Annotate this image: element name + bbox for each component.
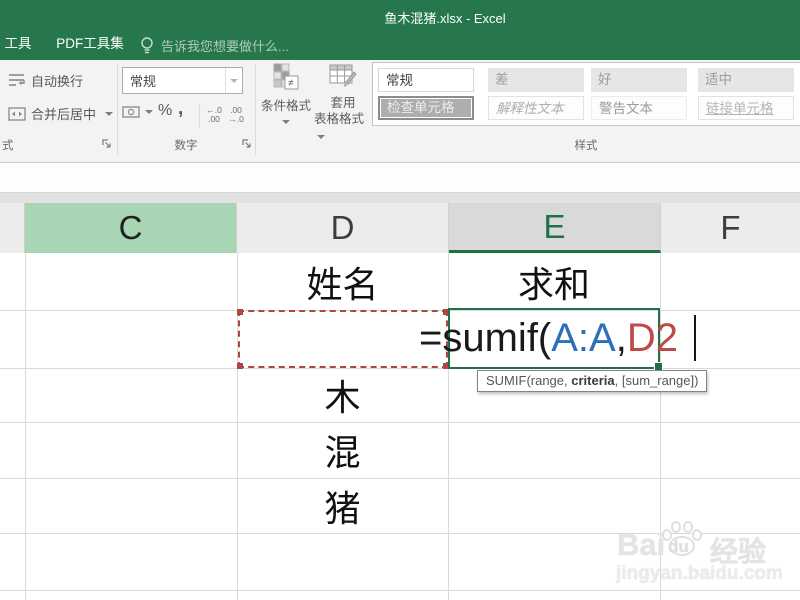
- conditional-formatting-dropdown-arrow[interactable]: [282, 120, 290, 124]
- style-chip-check-cell[interactable]: 检查单元格: [378, 96, 474, 120]
- formula-part-function: =sumif(: [419, 316, 552, 360]
- function-argument-tooltip: SUMIF(range, criteria, [sum_range]): [477, 370, 708, 392]
- tell-me-placeholder: 告诉我您想要做什么...: [161, 38, 289, 54]
- text-cursor: [694, 315, 696, 361]
- conditional-formatting-icon: ≠: [273, 63, 299, 90]
- tell-me-box[interactable]: 告诉我您想要做什么...: [140, 34, 289, 56]
- title-bar: 鱼木混猪.xlsx - Excel 工具 PDF工具集 告诉我您想要做什么...: [0, 0, 800, 60]
- baidu-watermark-url: jingyan.baidu.com: [616, 563, 783, 584]
- accounting-format-dropdown-arrow[interactable]: [145, 110, 153, 114]
- currency-icon: [122, 106, 140, 118]
- number-format-dropdown-arrow[interactable]: [225, 68, 242, 93]
- style-chip-linked-cell[interactable]: 链接单元格: [698, 96, 794, 120]
- formula-in-cell-editor[interactable]: =sumif(A:A,D2: [419, 310, 678, 366]
- formula-bar[interactable]: [0, 163, 800, 193]
- conditional-formatting-button[interactable]: ≠ 条件格式: [258, 63, 314, 124]
- format-as-table-dropdown-arrow[interactable]: [317, 135, 325, 139]
- excel-window: 鱼木混猪.xlsx - Excel 工具 PDF工具集 告诉我您想要做什么...: [0, 0, 800, 600]
- worksheet-grid[interactable]: Bai du 经验 jingyan.baidu.com 姓名 求和 木 混 猪: [0, 253, 800, 600]
- cell-e1[interactable]: 求和: [448, 254, 660, 310]
- baidu-watermark-logo: Bai: [617, 527, 666, 562]
- cell-d1[interactable]: 姓名: [237, 254, 448, 310]
- number-group-label: 数字: [174, 140, 198, 152]
- format-as-table-icon: [329, 64, 357, 87]
- merge-center-dropdown-arrow[interactable]: [105, 111, 114, 116]
- style-chip-warning-text[interactable]: 警告文本: [591, 96, 687, 120]
- style-chip-neutral[interactable]: 适中: [698, 68, 794, 92]
- ribbon: 自动换行 合并后居中 式 常规 % , ←.0 .00 .00 →.0 数字 ≠…: [0, 60, 800, 163]
- comma-style-button[interactable]: ,: [178, 98, 183, 120]
- formula-part-range: A:A: [551, 316, 616, 360]
- style-chip-normal[interactable]: 常规: [378, 68, 474, 92]
- column-header-c[interactable]: C: [25, 203, 237, 253]
- merge-center-icon: [8, 106, 26, 121]
- style-chip-explanatory-text[interactable]: 解释性文本: [488, 96, 584, 120]
- formula-part-criteria: D2: [626, 316, 678, 360]
- cell-d4[interactable]: 混: [237, 422, 448, 478]
- column-header-d[interactable]: D: [237, 203, 449, 253]
- style-chip-bad[interactable]: 差: [488, 68, 584, 92]
- styles-group-label: 样式: [574, 140, 598, 152]
- column-header-f[interactable]: F: [661, 203, 800, 253]
- ants-corner: [237, 363, 243, 369]
- alignment-group-label: 式: [2, 140, 14, 152]
- number-dialog-launcher-icon[interactable]: [241, 138, 252, 149]
- percent-style-button[interactable]: %: [158, 102, 172, 120]
- column-header-b-sliver[interactable]: [0, 203, 25, 253]
- merge-center-button[interactable]: 合并后居中: [8, 104, 114, 123]
- gridline: [0, 590, 800, 591]
- style-chip-good[interactable]: 好: [591, 68, 687, 92]
- column-header-e[interactable]: E: [449, 203, 661, 253]
- mini-divider: [199, 104, 200, 128]
- ribbon-tab-pdf-tools[interactable]: PDF工具集: [50, 32, 130, 58]
- number-format-dropdown[interactable]: 常规: [122, 67, 243, 94]
- window-title: 鱼木混猪.xlsx - Excel: [384, 11, 506, 26]
- number-format-value: 常规: [130, 74, 157, 89]
- lightbulb-icon: [141, 36, 153, 53]
- cell-d5[interactable]: 猪: [237, 478, 448, 533]
- alignment-dialog-launcher-icon[interactable]: [101, 138, 112, 149]
- cell-d3[interactable]: 木: [237, 368, 448, 422]
- svg-text:≠: ≠: [288, 78, 294, 89]
- ribbon-tab-tools-partial[interactable]: 工具: [0, 32, 36, 58]
- baidu-watermark-du: du: [668, 537, 689, 556]
- formula-part-comma: ,: [615, 316, 627, 360]
- column-header-row: C D E F: [0, 193, 800, 253]
- increase-decimal-button[interactable]: ←.0 .00: [204, 106, 224, 124]
- gridline: [25, 253, 26, 600]
- ants-corner: [237, 309, 243, 315]
- accounting-format-button[interactable]: [122, 105, 153, 119]
- referenced-cell-d2-marching-ants: [237, 309, 449, 369]
- format-as-table-button[interactable]: 套用 表格格式: [314, 63, 372, 143]
- cell-styles-gallery: 常规 差 好 适中 检查单元格 解释性文本 警告文本 链接单元格: [372, 62, 800, 126]
- decrease-decimal-button[interactable]: .00 →.0: [226, 106, 246, 124]
- group-divider: [255, 64, 256, 155]
- wrap-text-button[interactable]: 自动换行: [8, 71, 83, 90]
- wrap-text-icon: [9, 74, 25, 86]
